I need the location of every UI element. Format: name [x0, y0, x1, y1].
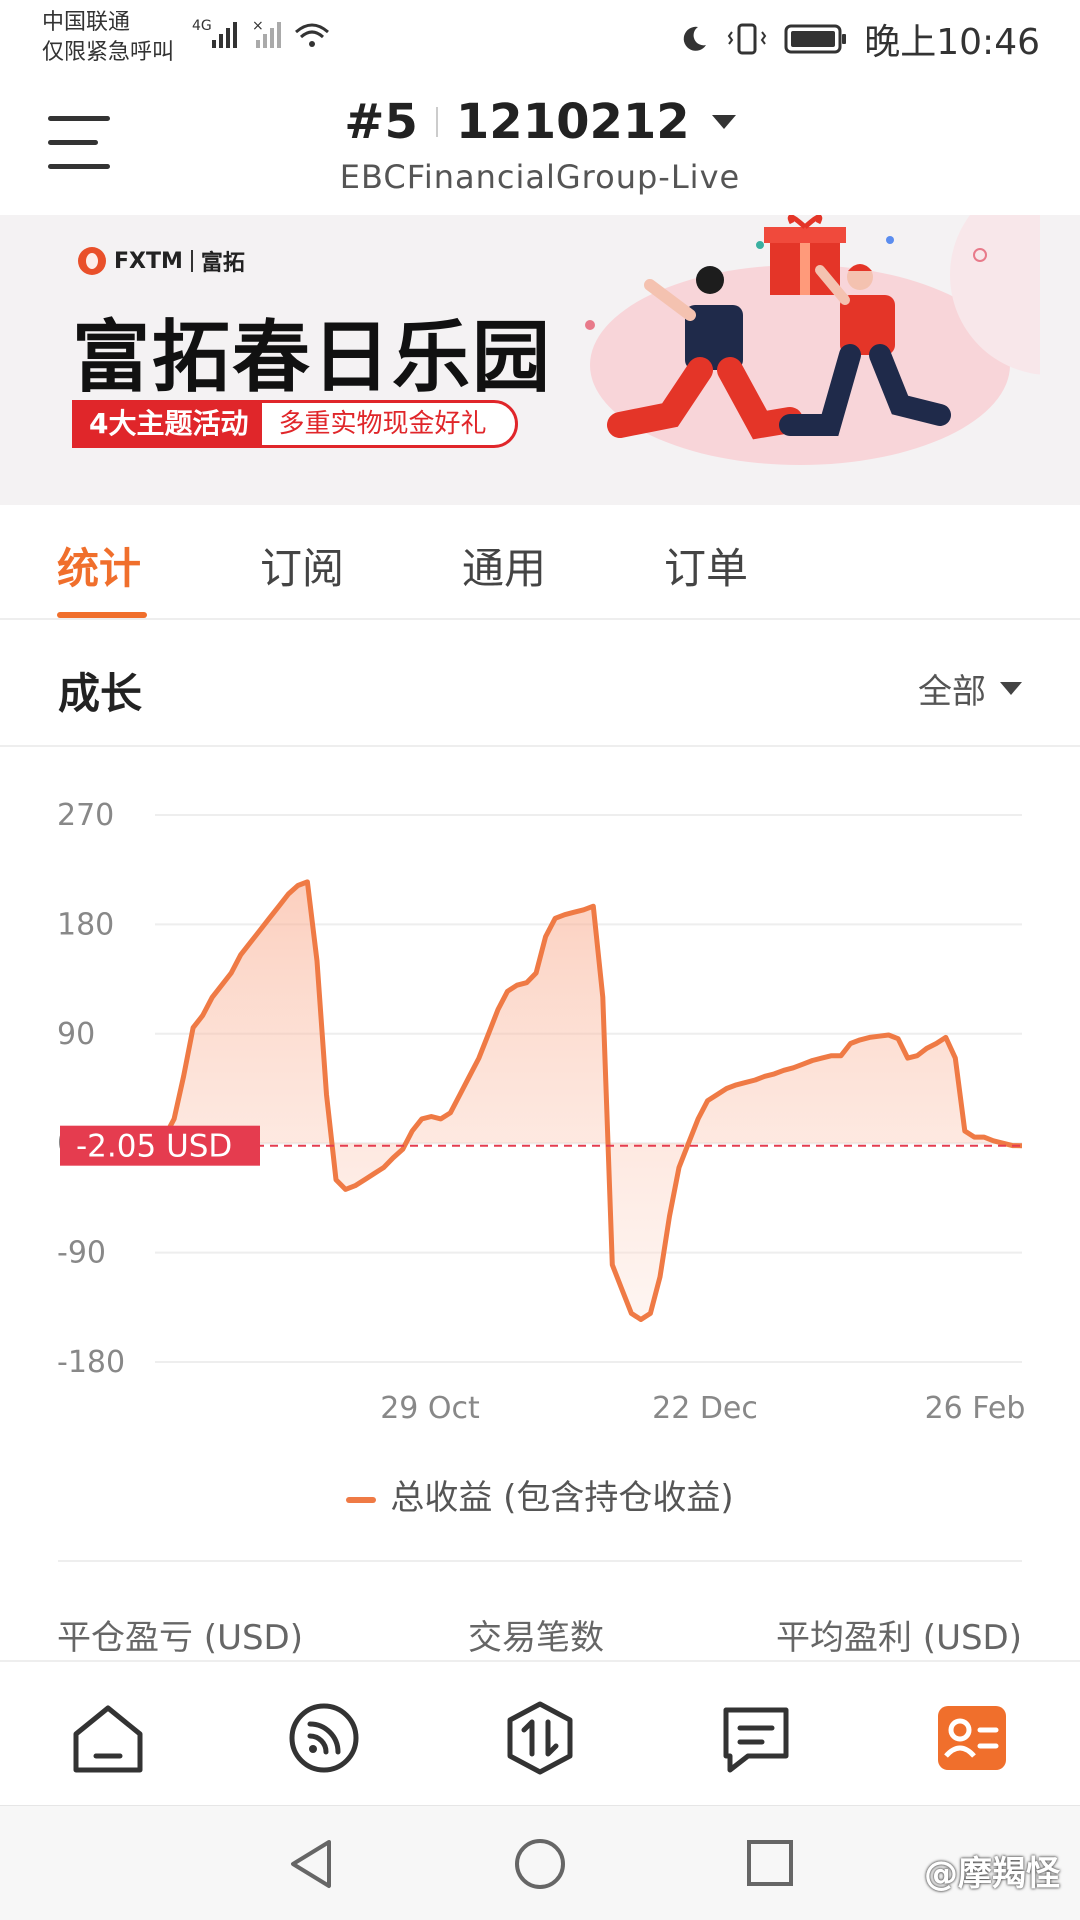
growth-chart[interactable]: 270180900-90-180 29 Oct22 Dec26 Feb -2.0… [0, 750, 1080, 1530]
carrier-status: 仅限紧急呼叫 [42, 40, 175, 65]
moon-icon [683, 26, 707, 51]
promo-banner[interactable]: FXTM 富拓 富拓春日乐园 4大主题活动 多重实物现金好礼 [0, 215, 1080, 505]
avg-profit-label: 平均盈利 (USD) [776, 1618, 1022, 1658]
carrier-name: 中国联通 [42, 10, 131, 35]
y-tick-label: -90 [57, 1236, 106, 1271]
banner-tag-left: 4大主题活动 [75, 403, 263, 445]
recents-icon[interactable] [744, 1836, 796, 1892]
clock: 晚上10:46 [864, 22, 1040, 63]
vibrate-icon [728, 23, 767, 55]
status-right: 晚上10:46 [678, 14, 1040, 64]
account-index: #5 [344, 94, 418, 150]
y-tick-label: -180 [57, 1345, 125, 1380]
brand-logo: FXTM 富拓 [78, 245, 245, 277]
tab-general[interactable]: 通用 [462, 535, 546, 596]
signal-icons: 4G × [192, 18, 329, 48]
tab-subscription[interactable]: 订阅 [260, 535, 344, 596]
trade-icon[interactable] [502, 1700, 578, 1776]
divider [58, 1560, 1022, 1562]
series-area [155, 881, 1022, 1320]
server-name: EBCFinancialGroup-Live [339, 158, 741, 196]
banner-tag: 4大主题活动 多重实物现金好礼 [72, 400, 518, 448]
legend-label: 总收益 (包含持仓收益) [390, 1478, 734, 1518]
fxtm-logo-icon [78, 247, 106, 275]
tab-orders[interactable]: 订单 [664, 535, 748, 596]
watermark: @摩羯怪 [924, 1854, 1060, 1894]
chart-legend: 总收益 (包含持仓收益) [0, 1470, 1080, 1519]
profile-card-icon[interactable] [934, 1700, 1010, 1776]
bottom-nav [0, 1660, 1080, 1805]
closed-pnl-label: 平仓盈亏 (USD) [57, 1618, 303, 1658]
y-tick-label: 270 [57, 798, 114, 833]
trades-count-label: 交易笔数 [468, 1618, 604, 1658]
current-value-marker: -2.05 USD [60, 1125, 260, 1166]
back-icon[interactable] [285, 1836, 335, 1892]
brand-name-cn: 富拓 [200, 251, 245, 276]
caret-down-icon [711, 115, 736, 129]
caret-down-icon [1000, 682, 1022, 695]
network-type: 4G [192, 18, 212, 34]
system-nav-bar: @摩羯怪 [0, 1805, 1080, 1920]
home-circle-icon[interactable] [512, 1836, 568, 1892]
app-header: #5 1210212 EBCFinancialGroup-Live [0, 80, 1080, 215]
celebration-illustration [585, 215, 1040, 465]
messages-icon[interactable] [718, 1700, 794, 1776]
tab-statistics[interactable]: 统计 [57, 535, 141, 596]
feed-icon[interactable] [286, 1700, 362, 1776]
carrier-info: 中国联通 仅限紧急呼叫 [42, 8, 174, 68]
stats-row: 平仓盈亏 (USD) 交易笔数 平均盈利 (USD) [0, 1610, 1080, 1660]
x-tick-label: 26 Feb [925, 1391, 1026, 1426]
current-value-label: -2.05 USD [76, 1129, 232, 1165]
growth-section-header: 成长 全部 [0, 622, 1080, 747]
legend-swatch [346, 1496, 377, 1503]
banner-title: 富拓春日乐园 [72, 313, 553, 403]
brand-name: FXTM [114, 248, 183, 274]
y-tick-label: 180 [57, 907, 114, 942]
range-selector[interactable]: 全部 [918, 664, 1022, 713]
status-bar: 中国联通 仅限紧急呼叫 4G × 晚上10:46 [0, 0, 1080, 80]
banner-tag-right: 多重实物现金好礼 [278, 409, 487, 439]
section-title: 成长 [58, 669, 143, 718]
x-tick-label: 29 Oct [380, 1391, 480, 1426]
range-label: 全部 [918, 672, 986, 712]
divider [435, 107, 438, 137]
account-number: 1210212 [455, 94, 690, 150]
y-tick-label: 90 [57, 1017, 95, 1052]
home-icon[interactable] [70, 1700, 146, 1776]
x-tick-label: 22 Dec [652, 1391, 758, 1426]
svg-text:×: × [252, 18, 264, 34]
tab-bar: 统计 订阅 通用 订单 [0, 505, 1080, 620]
battery-icon [784, 24, 847, 54]
account-selector[interactable]: #5 1210212 EBCFinancialGroup-Live [0, 94, 1080, 196]
active-tab-indicator [57, 612, 147, 618]
